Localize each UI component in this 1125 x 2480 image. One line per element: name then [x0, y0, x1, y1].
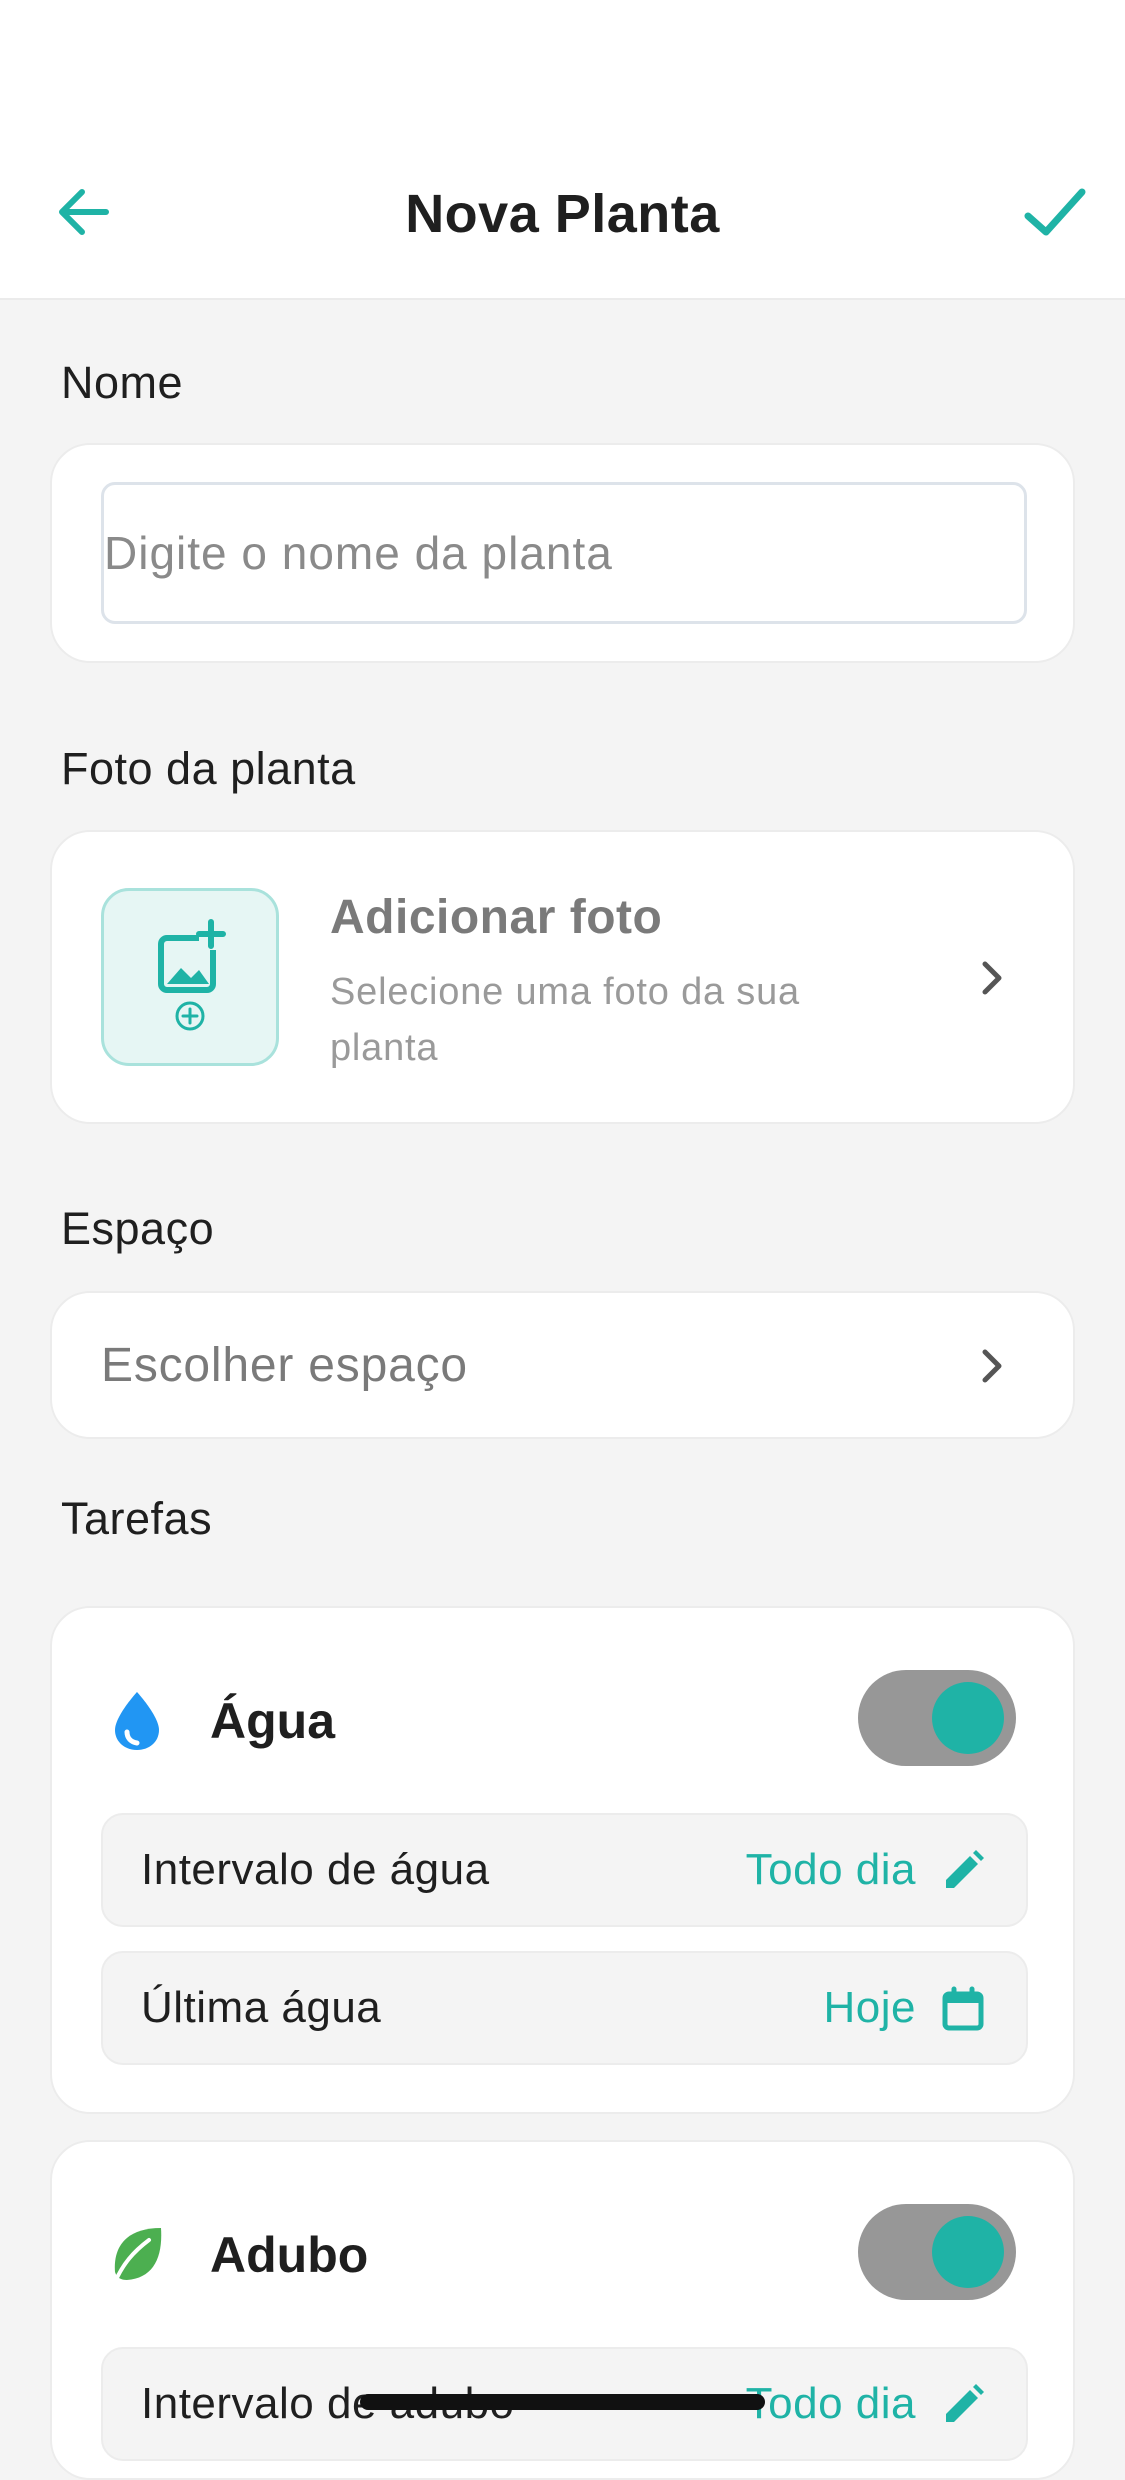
- water-drop-icon: [115, 1692, 159, 1750]
- calendar-icon: [942, 1986, 984, 2031]
- name-section-label: Nome: [61, 357, 184, 408]
- last-water-row[interactable]: Última água Hoje: [101, 1951, 1028, 2065]
- photo-section-label: Foto da planta: [61, 743, 356, 794]
- chevron-right-icon: [982, 961, 1002, 995]
- water-task-toggle[interactable]: [858, 1670, 1016, 1766]
- tasks-section-label: Tarefas: [61, 1493, 213, 1544]
- water-task-card: Água Intervalo de água Todo dia Última á…: [50, 1606, 1075, 2114]
- pencil-icon: [946, 1850, 984, 1888]
- add-photo-subtitle: Selecione uma foto da sua planta: [330, 971, 800, 1069]
- water-interval-value: Todo dia: [745, 1845, 916, 1894]
- water-interval-label: Intervalo de água: [141, 1845, 490, 1894]
- space-section-label: Espaço: [61, 1203, 215, 1254]
- fertilizer-task-card: Adubo Intervalo de adubo Todo dia: [50, 2140, 1075, 2480]
- add-photo-card[interactable]: Adicionar foto Selecione uma foto da sua…: [50, 830, 1075, 1124]
- add-photo-title: Adicionar foto: [330, 891, 663, 944]
- name-card: [50, 443, 1075, 663]
- page-title: Nova Planta: [405, 184, 720, 244]
- add-photo-icon: [158, 919, 226, 1031]
- water-interval-row[interactable]: Intervalo de água Todo dia: [101, 1813, 1028, 1927]
- last-water-label: Última água: [141, 1983, 382, 2032]
- leaf-icon: [113, 2228, 162, 2284]
- save-button[interactable]: [1020, 180, 1090, 244]
- check-icon: [1024, 188, 1086, 236]
- toggle-knob: [932, 1682, 1004, 1754]
- water-task-title: Água: [210, 1693, 335, 1749]
- fertilizer-task-title: Adubo: [210, 2227, 369, 2283]
- toggle-knob: [932, 2216, 1004, 2288]
- home-indicator: [360, 2394, 765, 2410]
- choose-space-placeholder: Escolher espaço: [101, 1339, 468, 1392]
- chevron-right-icon: [982, 1349, 1002, 1383]
- fertilizer-interval-value: Todo dia: [745, 2379, 916, 2428]
- choose-space-field[interactable]: Escolher espaço: [50, 1291, 1075, 1439]
- pencil-icon: [946, 2384, 984, 2422]
- last-water-value: Hoje: [823, 1983, 916, 2032]
- plant-name-input[interactable]: [101, 482, 1027, 624]
- top-app-bar: Nova Planta: [0, 0, 1125, 300]
- fertilizer-task-toggle[interactable]: [858, 2204, 1016, 2300]
- photo-placeholder: [101, 888, 279, 1066]
